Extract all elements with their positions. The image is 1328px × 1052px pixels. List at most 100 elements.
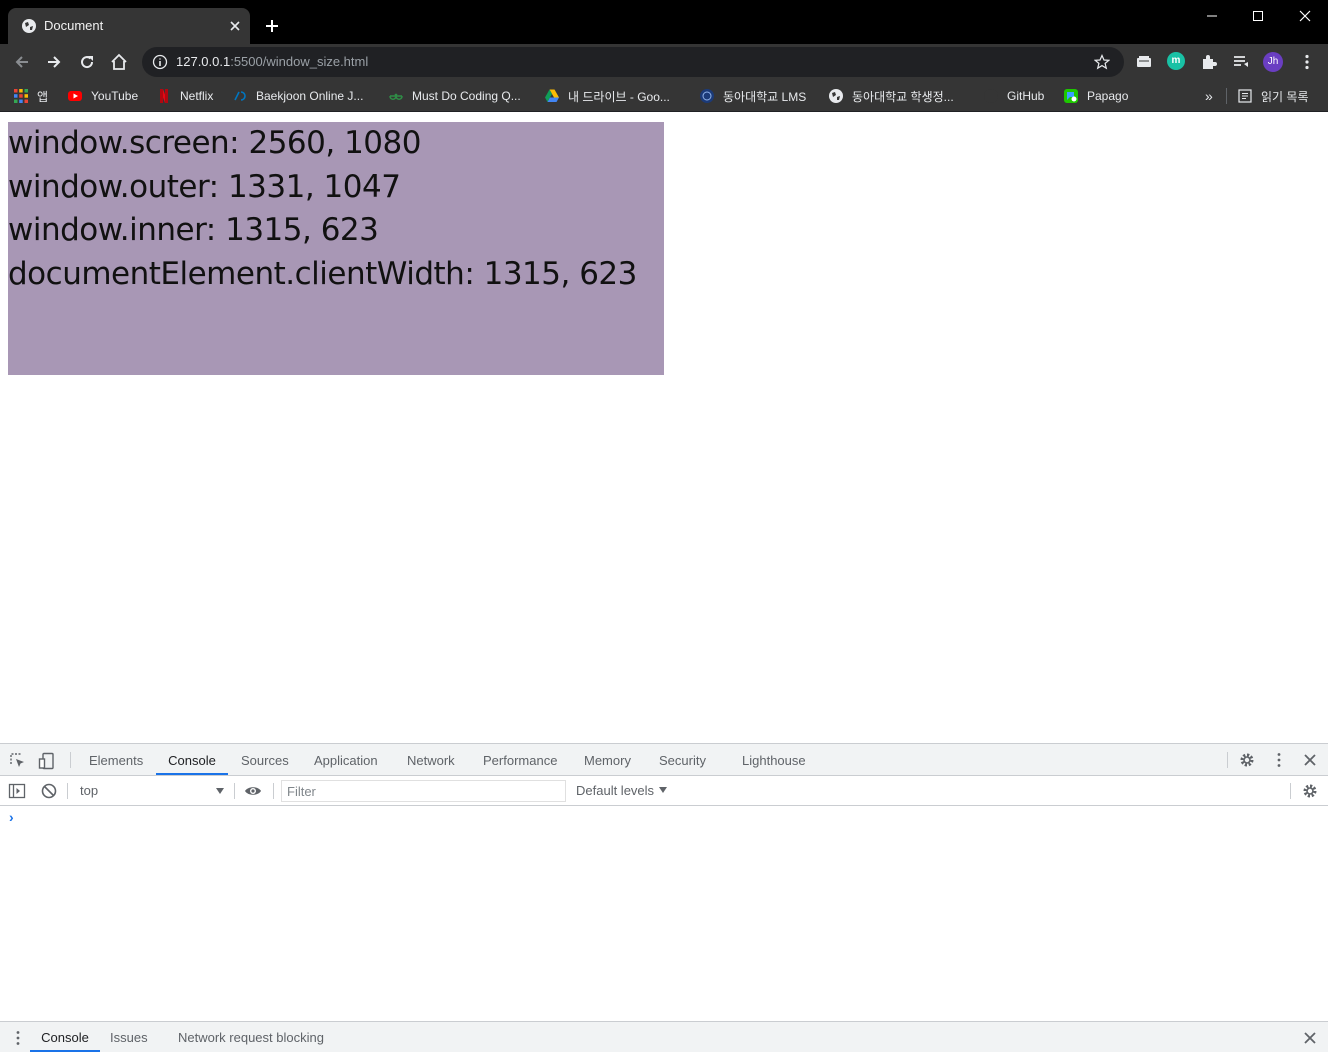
site-info-icon[interactable] [152, 54, 168, 70]
show-sidebar-icon[interactable] [8, 782, 26, 800]
tab-title: Document [44, 18, 104, 33]
devtools-tab-bar: Elements Console Sources Application Net… [0, 744, 1328, 776]
globe-icon [829, 89, 843, 103]
bookmark-geeksforgeeks[interactable]: Must Do Coding Q... [388, 86, 521, 106]
devtools-more-icon[interactable] [1270, 751, 1288, 769]
drawer-tab-console[interactable]: Console [30, 1022, 100, 1052]
console-toolbar: top Default levels [0, 776, 1328, 806]
client-size-line: documentElement.clientWidth: 1315, 623 [8, 255, 637, 292]
minimize-icon[interactable] [1202, 6, 1222, 26]
extension-m-icon[interactable]: m [1167, 52, 1185, 70]
console-prompt[interactable]: › [9, 809, 14, 825]
tab-network[interactable]: Network [407, 744, 455, 775]
dropdown-arrow-icon [659, 787, 668, 793]
tab-document[interactable]: Document [8, 8, 250, 44]
drawer-tab-network-request-blocking[interactable]: Network request blocking [178, 1022, 324, 1052]
bookmark-google-drive[interactable]: 내 드라이브 - Goo... [544, 86, 670, 106]
tab-memory[interactable]: Memory [584, 744, 631, 775]
bookmarks-overflow-button[interactable]: » [1205, 86, 1213, 106]
url-text[interactable]: 127.0.0.1:5500/window_size.html [176, 54, 368, 70]
bookmark-label: Baekjoon Online J... [256, 89, 364, 103]
google-drive-icon [545, 89, 559, 102]
reading-queue-icon[interactable] [1231, 52, 1251, 72]
clear-console-icon[interactable] [40, 782, 58, 800]
settings-gear-icon[interactable] [1238, 751, 1256, 769]
bookmark-label: 앱 [37, 89, 49, 104]
apps-grid-icon [14, 89, 28, 103]
baekjoon-icon [234, 91, 246, 101]
tab-performance[interactable]: Performance [483, 744, 557, 775]
netflix-icon [160, 89, 168, 103]
home-icon[interactable] [109, 52, 129, 72]
tab-security[interactable]: Security [659, 744, 706, 775]
device-toolbar-icon[interactable] [38, 752, 56, 770]
tab-sources[interactable]: Sources [241, 744, 289, 775]
bookmark-label: 동아대학교 학생정... [852, 89, 954, 104]
url-host: 127.0.0.1 [176, 54, 231, 69]
media-icon[interactable] [1134, 52, 1154, 72]
tab-lighthouse[interactable]: Lighthouse [742, 744, 806, 775]
devtools-panel: Elements Console Sources Application Net… [0, 743, 1328, 1052]
page-viewport: window.screen: 2560, 1080 window.outer: … [0, 113, 1328, 743]
tab-divider [1227, 752, 1228, 768]
console-settings-gear-icon[interactable] [1301, 782, 1319, 800]
overflow-chevron-icon: » [1205, 88, 1213, 104]
bookmark-label: 내 드라이브 - Goo... [568, 89, 670, 104]
bookmark-lms[interactable]: 동아대학교 LMS [699, 86, 806, 106]
github-icon [984, 89, 998, 103]
inspect-element-icon[interactable] [9, 752, 27, 770]
bookmark-apps[interactable]: 앱 [13, 86, 48, 106]
dropdown-arrow-icon [216, 788, 224, 794]
bookmark-label: Papago [1087, 89, 1129, 103]
bookmarks-bar: 앱 YouTube Netflix Baekjoon Online J... M… [0, 80, 1328, 112]
devtools-drawer-tabs: Console Issues Network request blocking [0, 1021, 1328, 1052]
reading-list-button[interactable]: 읽기 목록 [1237, 86, 1309, 106]
reload-icon[interactable] [77, 52, 97, 72]
bookmark-github[interactable]: GitHub [983, 86, 1044, 106]
close-devtools-icon[interactable] [1301, 751, 1319, 769]
bookmark-papago[interactable]: Papago [1063, 86, 1128, 106]
papago-icon [1064, 89, 1078, 103]
console-filter-input[interactable] [281, 780, 566, 802]
tab-application[interactable]: Application [314, 744, 378, 775]
toolbar-divider [67, 783, 68, 799]
screen-size-line: window.screen: 2560, 1080 [8, 125, 421, 161]
log-levels-label: Default levels [576, 783, 655, 798]
browser-window: Document 127.0.0.1:5500/window_size.html… [0, 0, 1328, 1052]
log-levels-dropdown[interactable]: Default levels [576, 780, 668, 802]
browser-toolbar: 127.0.0.1:5500/window_size.html m Jh [0, 44, 1328, 80]
bookmark-star-icon[interactable] [1094, 54, 1110, 70]
toolbar-divider [273, 783, 274, 799]
close-icon[interactable] [227, 18, 243, 34]
back-icon[interactable] [12, 52, 32, 72]
youtube-icon [68, 91, 82, 101]
drawer-tab-issues[interactable]: Issues [110, 1022, 148, 1052]
drawer-menu-icon[interactable] [9, 1029, 27, 1047]
bookmark-label: Netflix [180, 89, 214, 103]
window-close-icon[interactable] [1295, 6, 1315, 26]
forward-icon[interactable] [44, 52, 64, 72]
toolbar-divider [1290, 783, 1291, 799]
bookmark-netflix[interactable]: Netflix [156, 86, 213, 106]
kebab-menu-icon[interactable] [1297, 52, 1317, 72]
profile-avatar[interactable]: Jh [1263, 52, 1283, 72]
geeksforgeeks-icon [389, 93, 403, 100]
context-selector[interactable]: top [72, 780, 230, 802]
bookmark-youtube[interactable]: YouTube [67, 86, 138, 106]
bookmark-label: 동아대학교 LMS [723, 89, 807, 104]
bookmark-baekjoon[interactable]: Baekjoon Online J... [232, 86, 363, 106]
live-expression-eye-icon[interactable] [244, 782, 262, 800]
extensions-puzzle-icon[interactable] [1199, 52, 1219, 72]
tab-strip: Document [0, 0, 1328, 44]
bookmark-label: Must Do Coding Q... [412, 89, 521, 103]
close-drawer-icon[interactable] [1301, 1029, 1319, 1047]
tab-elements[interactable]: Elements [89, 744, 143, 775]
window-size-info-box: window.screen: 2560, 1080 window.outer: … [8, 122, 664, 375]
console-output[interactable]: › [0, 806, 1328, 1020]
tab-console[interactable]: Console [156, 744, 228, 775]
address-bar[interactable]: 127.0.0.1:5500/window_size.html [142, 47, 1124, 77]
maximize-icon[interactable] [1248, 6, 1268, 26]
globe-icon [22, 19, 36, 33]
new-tab-icon[interactable] [262, 16, 282, 36]
bookmark-student-info[interactable]: 동아대학교 학생정... [828, 86, 954, 106]
